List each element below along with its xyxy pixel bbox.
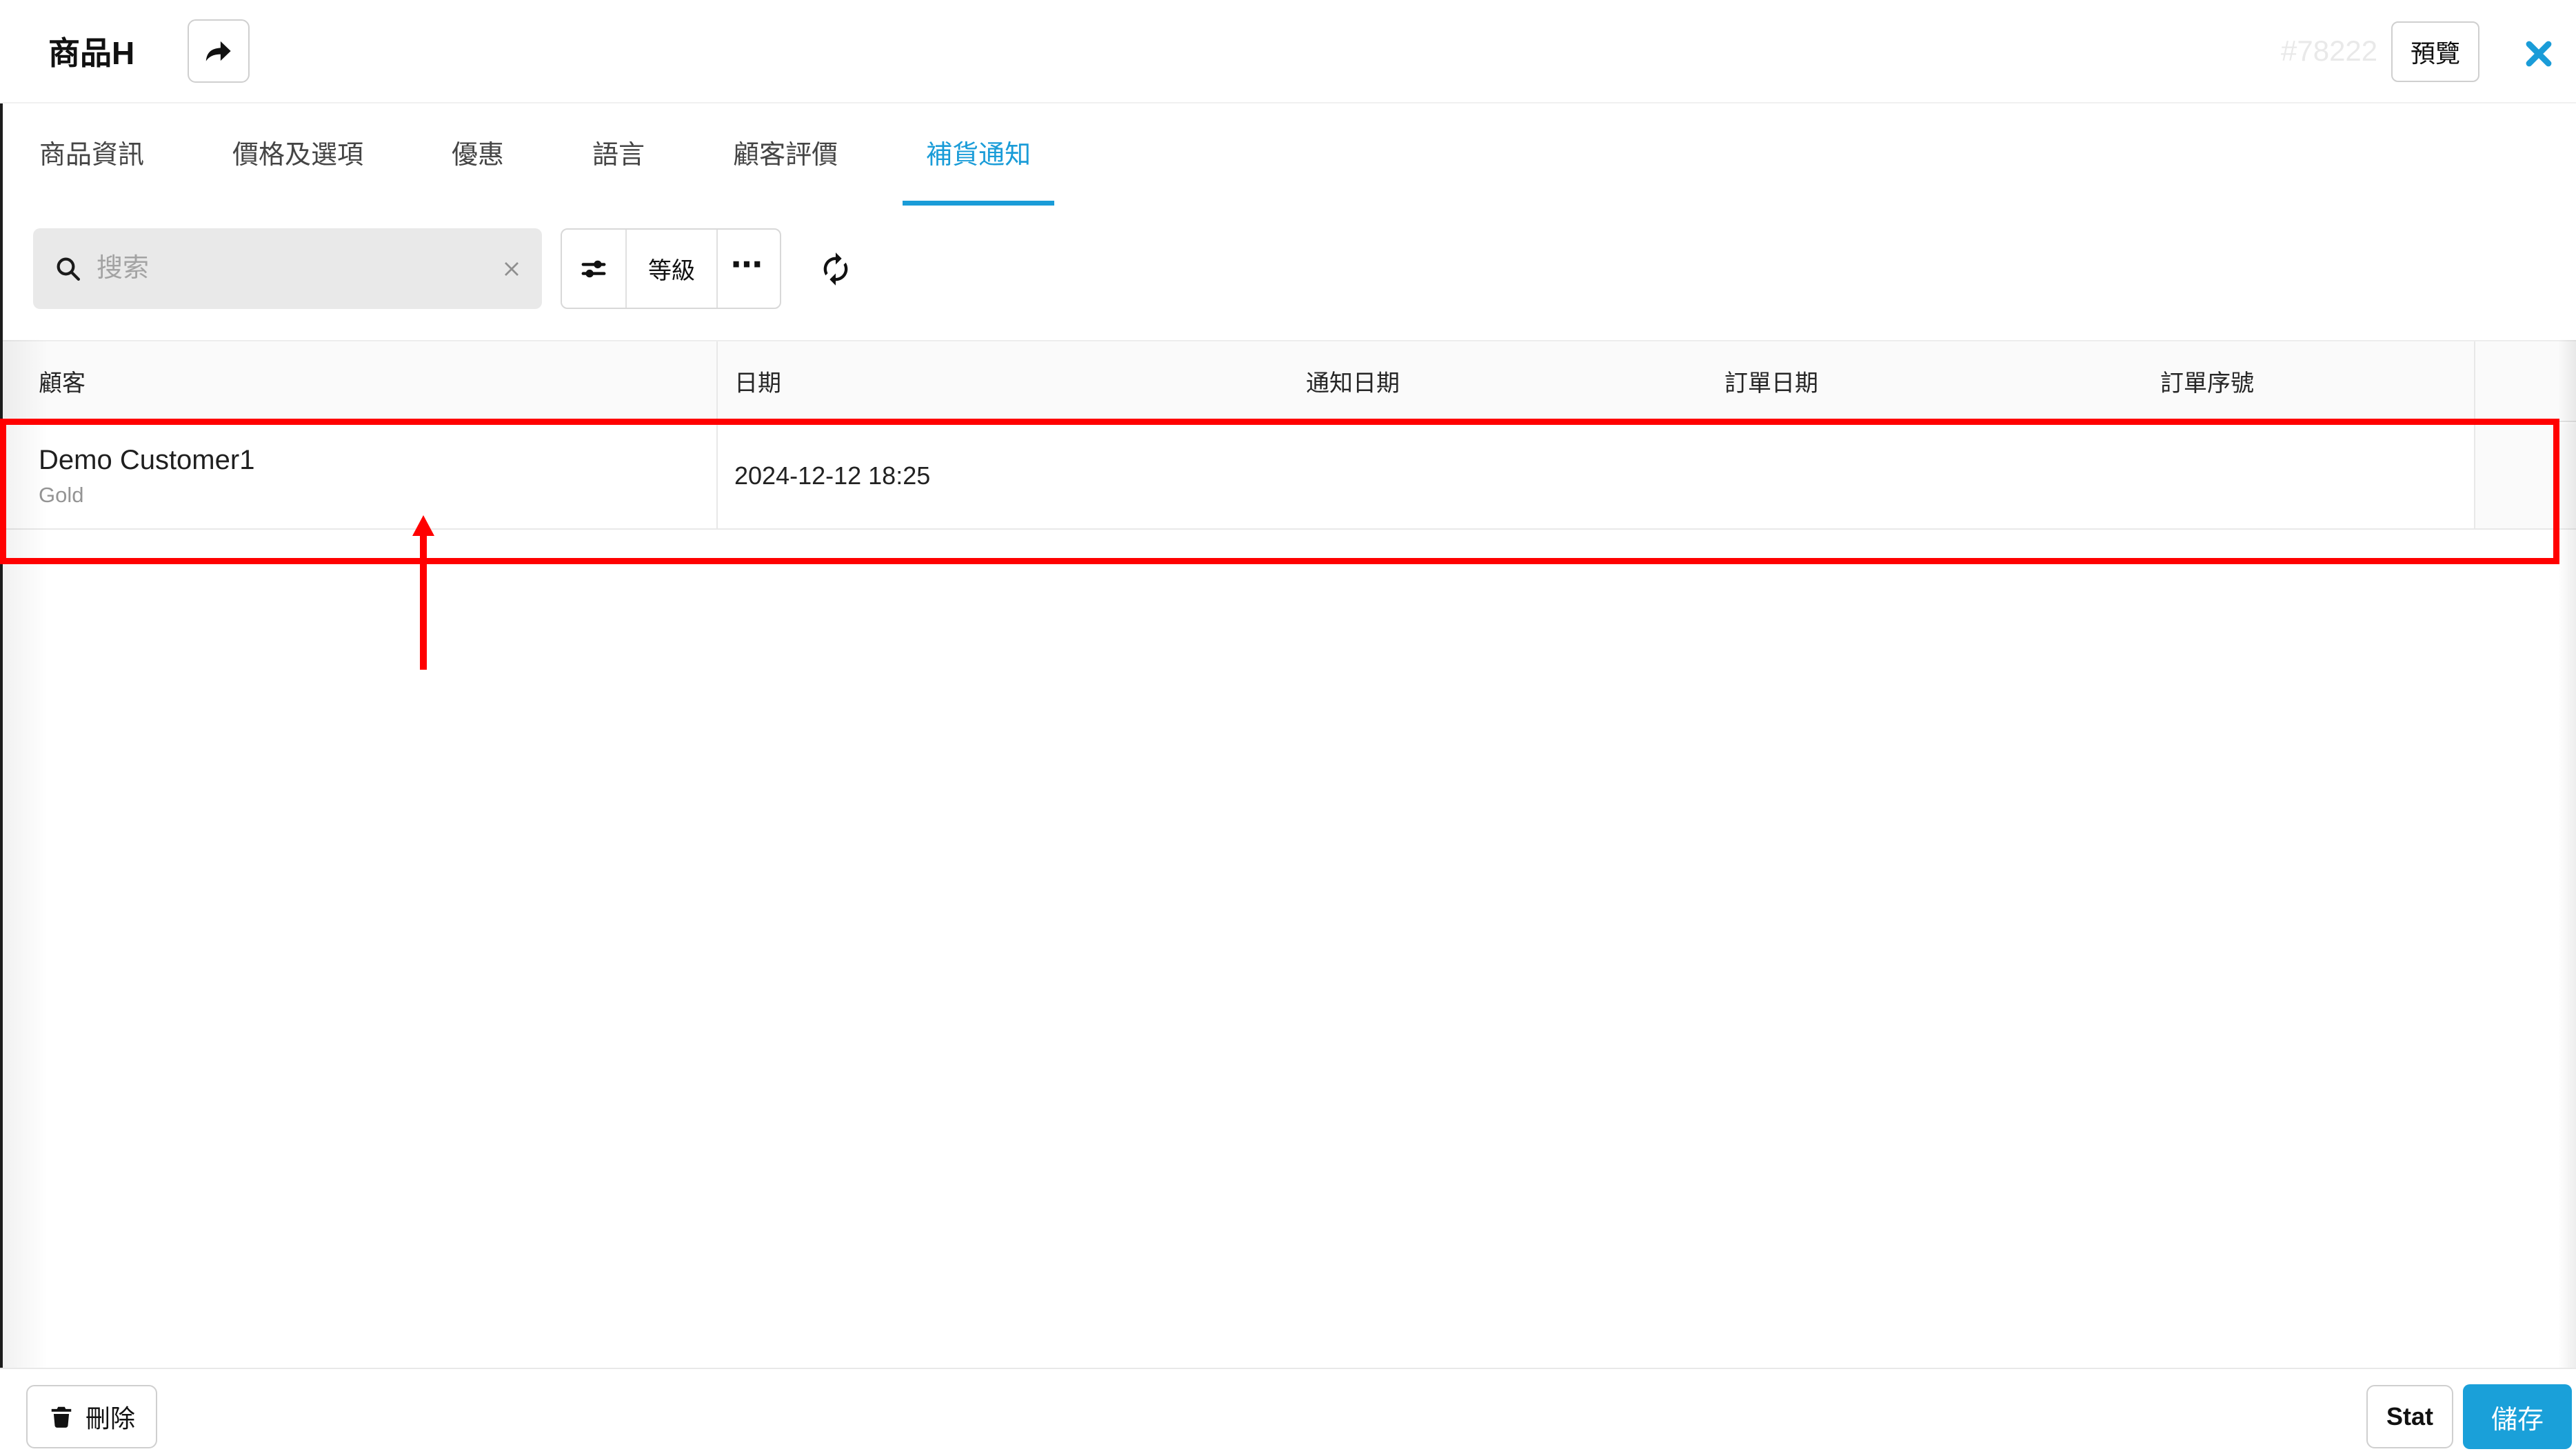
row-spacer-cell [2475,423,2576,528]
save-button[interactable]: 儲存 [2463,1384,2572,1449]
customer-name: Demo Customer1 [39,445,254,476]
order-date-cell [1708,423,2144,528]
share-arrow-icon [203,35,234,67]
column-header-notify-date: 通知日期 [1289,341,1708,421]
tab-customer-reviews[interactable]: 顧客評價 [710,103,861,206]
column-header-order-number: 訂單序號 [2144,341,2475,421]
more-filters-button[interactable]: ⋯ [716,230,777,308]
tab-restock-notifications[interactable]: 補貨通知 [903,103,1054,206]
preview-button[interactable]: 預覽 [2391,21,2479,82]
column-header-spacer [2475,341,2576,421]
close-icon [2521,37,2557,70]
trash-icon [48,1404,74,1430]
filter-sliders-button[interactable] [562,230,625,308]
notify-date-cell [1289,423,1708,528]
customer-cell: Demo Customer1 Gold [0,423,718,528]
share-button[interactable] [188,19,250,83]
product-detail-modal: 商品H #78222 預覽 商品資訊 價格及選項 優惠 語言 顧客評價 補貨通知 [0,0,2576,1456]
close-button[interactable] [2518,34,2559,73]
search-icon [54,255,83,283]
product-number: #78222 [2281,0,2377,102]
tab-promotions[interactable]: 優惠 [428,103,527,206]
refresh-button[interactable] [811,244,861,294]
column-header-date: 日期 [718,341,1289,421]
column-header-order-date: 訂單日期 [1708,341,2144,421]
delete-label: 刪除 [85,1399,135,1435]
search-clear-icon[interactable] [499,257,524,281]
left-edge-strip [0,0,3,1456]
table-header-row: 顧客 日期 通知日期 訂單日期 訂單序號 [0,340,2576,422]
search-box [33,228,542,309]
column-header-customer: 顧客 [0,341,718,421]
page-title: 商品H [48,0,134,102]
refresh-icon [818,251,854,287]
table-row[interactable]: Demo Customer1 Gold 2024-12-12 18:25 [0,423,2576,530]
date-cell: 2024-12-12 18:25 [718,423,1289,528]
tab-price-options[interactable]: 價格及選項 [209,103,387,206]
filter-button-group: 等級 ⋯ [561,228,781,309]
tab-language[interactable]: 語言 [569,103,668,206]
stat-button[interactable]: Stat [2366,1385,2453,1448]
tab-product-info[interactable]: 商品資訊 [16,103,168,206]
tab-bar: 商品資訊 價格及選項 優惠 語言 顧客評價 補貨通知 [0,103,2576,207]
annotation-arrow-icon [409,514,438,671]
level-filter-button[interactable]: 等級 [625,230,716,308]
sliders-icon [578,254,609,284]
title-bar: 商品H #78222 預覽 [0,0,2576,103]
order-number-cell [2144,423,2475,528]
customer-tier: Gold [39,483,83,508]
search-input[interactable] [83,228,499,309]
delete-button[interactable]: 刪除 [26,1385,157,1448]
footer-bar: 刪除 Stat 儲存 [0,1368,2576,1456]
